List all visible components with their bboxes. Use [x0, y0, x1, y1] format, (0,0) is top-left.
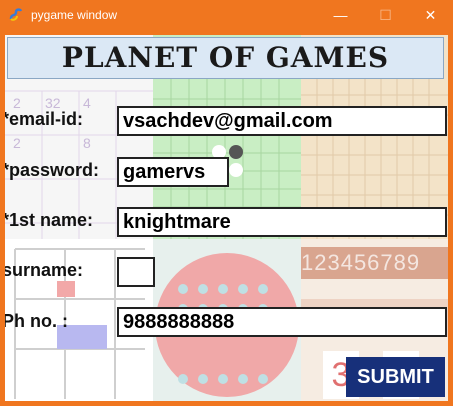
- grid-number: 4: [83, 95, 91, 111]
- submit-button[interactable]: SUBMIT: [346, 357, 445, 397]
- email-label: *email-id:: [5, 109, 84, 129]
- game-canvas: 2 32 4 2 8 123456789 3 PLANET OF GAMES *…: [5, 35, 448, 401]
- email-field[interactable]: vsachdev@gmail.com: [117, 106, 447, 136]
- close-button[interactable]: ✕: [408, 0, 453, 30]
- number-strip: 123456789: [301, 247, 448, 279]
- surname-label: surname:: [5, 260, 84, 280]
- phone-label: Ph no. :: [5, 311, 68, 331]
- phone-field[interactable]: 9888888888: [117, 307, 447, 337]
- first-name-field[interactable]: knightmare: [117, 207, 447, 237]
- minimize-button[interactable]: —: [318, 0, 363, 30]
- maximize-button[interactable]: ☐: [363, 0, 408, 30]
- title-banner: PLANET OF GAMES: [7, 37, 444, 79]
- password-label: *password:: [5, 160, 100, 180]
- grid-number: 2: [13, 135, 21, 151]
- page-title: PLANET OF GAMES: [61, 41, 390, 74]
- window-titlebar[interactable]: pygame window — ☐ ✕: [0, 0, 453, 30]
- pygame-snake-icon: [9, 8, 23, 21]
- password-field[interactable]: gamervs: [117, 157, 229, 187]
- first-name-label: *1st name:: [5, 210, 94, 230]
- grid-number: 8: [83, 135, 91, 151]
- surname-field[interactable]: [117, 257, 155, 287]
- window-title: pygame window: [31, 8, 118, 22]
